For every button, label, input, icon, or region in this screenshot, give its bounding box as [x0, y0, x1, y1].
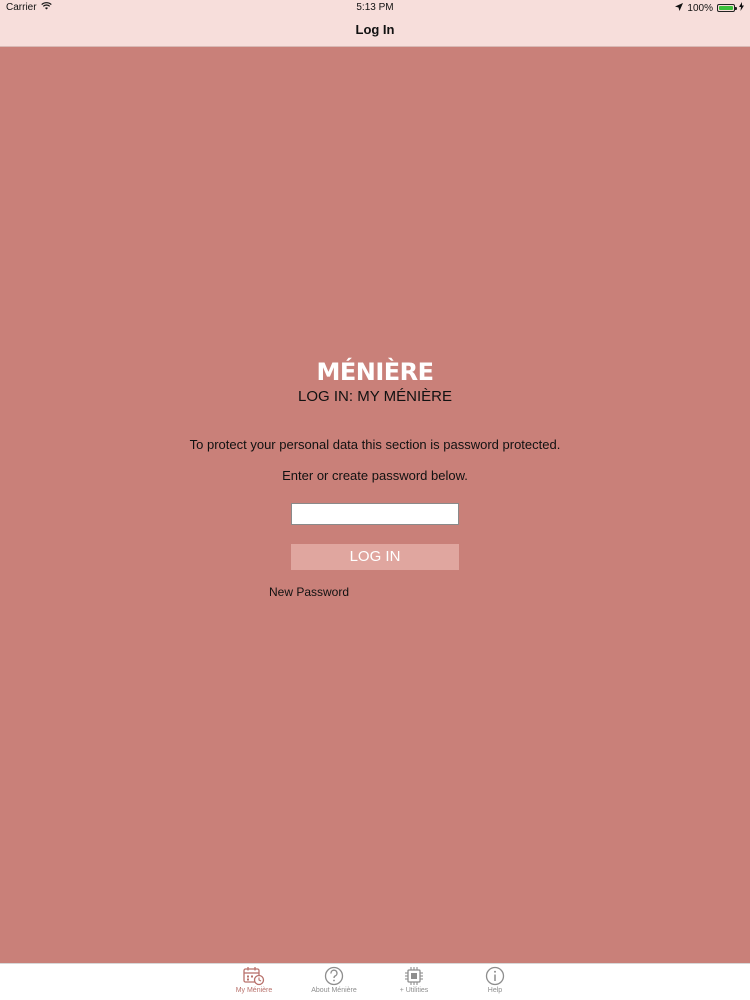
protection-message: To protect your personal data this secti…: [189, 437, 561, 452]
tab-label: My Ménière: [235, 987, 273, 994]
charging-bolt-icon: [739, 2, 744, 14]
tab-label: About Ménière: [311, 987, 357, 994]
status-right: 100%: [675, 2, 744, 14]
nav-title: Log In: [355, 22, 395, 37]
info-icon: [485, 966, 505, 986]
chip-icon: [405, 967, 423, 985]
top-bar: Carrier 5:13 PM 100% Log In: [0, 0, 750, 47]
tab-my-meniere[interactable]: My Ménière: [214, 964, 294, 1000]
calendar-clock-icon: [243, 967, 265, 986]
tab-help[interactable]: Help: [455, 964, 535, 1000]
new-password-link[interactable]: New Password: [269, 585, 349, 599]
status-time: 5:13 PM: [356, 2, 394, 13]
question-icon: [324, 966, 344, 986]
tab-label: Help: [487, 987, 503, 994]
battery-percent: 100%: [687, 2, 713, 14]
battery-fill: [719, 6, 733, 10]
battery-icon: [717, 4, 737, 12]
password-input[interactable]: [291, 503, 459, 525]
meniere-logo: MÉNIÈRE: [316, 358, 434, 386]
page-subtitle: LOG IN: MY MÉNIÈRE: [298, 388, 452, 405]
app-root: Carrier 5:13 PM 100% Log In MÉNIÈRE LOG …: [0, 0, 750, 1000]
tab-bar: My Ménière About Ménière + Utilities Hel…: [0, 963, 750, 1000]
login-button[interactable]: LOG IN: [291, 544, 459, 570]
tab-label: + Utilities: [399, 987, 429, 994]
instruction-message: Enter or create password below.: [282, 468, 468, 483]
tab-about-meniere[interactable]: About Ménière: [294, 964, 374, 1000]
location-arrow-icon: [675, 2, 684, 14]
tab-utilities[interactable]: + Utilities: [374, 964, 454, 1000]
